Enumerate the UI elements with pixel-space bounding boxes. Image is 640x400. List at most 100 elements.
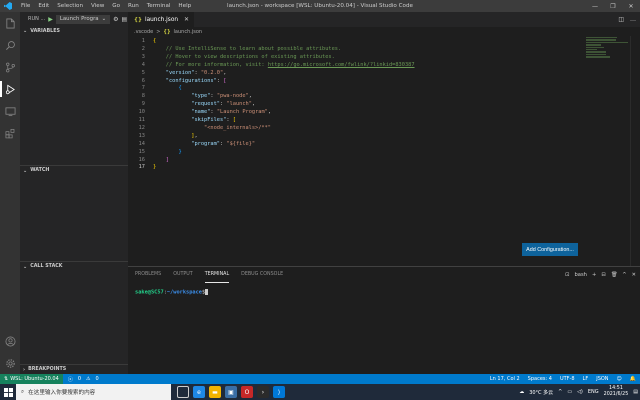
- new-terminal-icon[interactable]: +: [592, 272, 596, 278]
- code-line[interactable]: 6 "configurations": [: [128, 78, 583, 86]
- network-icon[interactable]: ▭: [567, 389, 572, 395]
- line-ending[interactable]: LF: [583, 376, 589, 382]
- breadcrumb-folder[interactable]: .vscode: [134, 29, 153, 35]
- line-number: 13: [138, 132, 145, 139]
- bottom-panel: PROBLEMS OUTPUT TERMINAL DEBUG CONSOLE ⊡…: [128, 266, 640, 374]
- terminal-app-icon[interactable]: ›: [257, 386, 269, 398]
- more-actions-icon[interactable]: …: [630, 16, 636, 23]
- weather-text[interactable]: 30°C 多云: [529, 389, 553, 396]
- breadcrumb-file[interactable]: launch.json: [174, 29, 203, 35]
- code-line[interactable]: 8 "type": "pwa-node",: [128, 93, 583, 101]
- accounts-icon[interactable]: [0, 330, 20, 352]
- tab-problems[interactable]: PROBLEMS: [135, 267, 161, 283]
- menu-edit[interactable]: Edit: [34, 0, 53, 12]
- maximize-button[interactable]: ❐: [604, 0, 622, 12]
- section-call-stack[interactable]: ⌄ CALL STACK: [20, 261, 128, 271]
- edge-browser-icon[interactable]: e: [193, 386, 205, 398]
- remote-indicator[interactable]: ⇅ WSL: Ubuntu-20.04: [0, 374, 63, 384]
- start-debugging-icon[interactable]: ▶: [48, 16, 53, 23]
- close-icon[interactable]: ✕: [184, 16, 189, 23]
- code-token: ,: [267, 109, 272, 116]
- run-debug-sidebar: RUN ... ▶ Launch Progra ⌄ ⚙ ▤ ⌄ VARIABLE…: [20, 12, 128, 374]
- line-number: 2: [141, 45, 145, 52]
- menu-help[interactable]: Help: [174, 0, 195, 12]
- code-line[interactable]: 12 "<node_internals>/**": [128, 125, 583, 133]
- encoding[interactable]: UTF-8: [560, 376, 575, 382]
- title-bar: File Edit Selection View Go Run Terminal…: [0, 0, 640, 12]
- notifications-icon[interactable]: 🔔: [630, 376, 636, 382]
- task-view-icon[interactable]: [177, 386, 189, 398]
- maximize-panel-icon[interactable]: ^: [622, 272, 626, 278]
- error-count[interactable]: 0: [78, 376, 81, 382]
- extensions-icon[interactable]: [0, 122, 20, 144]
- tab-terminal[interactable]: TERMINAL: [204, 267, 230, 283]
- code-line[interactable]: 9 "request": "launch",: [128, 101, 583, 109]
- shell-select[interactable]: bash: [575, 272, 587, 278]
- code-line[interactable]: 5 "version": "0.2.0",: [128, 70, 583, 78]
- section-watch[interactable]: ⌄ WATCH: [20, 165, 128, 175]
- file-explorer-icon[interactable]: ▬: [209, 386, 221, 398]
- search-icon[interactable]: [0, 34, 20, 56]
- code-line[interactable]: 10 "name": "Launch Program",: [128, 109, 583, 117]
- launch-config-select[interactable]: Launch Progra ⌄: [55, 14, 111, 24]
- line-content: // For more information, visit: https://…: [153, 62, 415, 70]
- store-icon[interactable]: ▣: [225, 386, 237, 398]
- language-mode[interactable]: JSON: [596, 376, 608, 382]
- run-debug-icon[interactable]: [0, 78, 20, 100]
- input-language[interactable]: ENG: [588, 389, 599, 395]
- tab-output[interactable]: OUTPUT: [173, 267, 193, 283]
- taskbar-search[interactable]: ⌕ 在这里输入你要搜索的内容: [16, 384, 171, 400]
- open-launch-json-icon[interactable]: ⚙: [113, 16, 118, 23]
- explorer-icon[interactable]: [0, 12, 20, 34]
- code-line[interactable]: 13 ],: [128, 133, 583, 141]
- menu-terminal[interactable]: Terminal: [143, 0, 175, 12]
- feedback-icon[interactable]: ☺: [617, 376, 622, 382]
- tray-chevron-icon[interactable]: ^: [558, 389, 562, 395]
- minimap[interactable]: [586, 36, 630, 76]
- clock[interactable]: 14:51 2021/6/25: [604, 386, 629, 398]
- code-line[interactable]: 3 // Hover to view descriptions of exist…: [128, 54, 583, 62]
- code-line[interactable]: 16 ]: [128, 157, 583, 165]
- editor-scrollbar[interactable]: [630, 36, 640, 266]
- close-panel-icon[interactable]: ✕: [632, 272, 636, 278]
- tab-launch-json[interactable]: {} launch.json ✕: [128, 12, 194, 27]
- code-line[interactable]: 1{: [128, 38, 583, 46]
- add-configuration-button[interactable]: Add Configuration...: [522, 243, 578, 256]
- section-breakpoints[interactable]: › BREAKPOINTS: [20, 364, 128, 374]
- menu-run[interactable]: Run: [124, 0, 143, 12]
- taskbar-search-placeholder: 在这里输入你要搜索的内容: [28, 390, 96, 396]
- remote-explorer-icon[interactable]: [0, 100, 20, 122]
- code-line[interactable]: 17}: [128, 164, 583, 172]
- menu-go[interactable]: Go: [108, 0, 124, 12]
- menu-file[interactable]: File: [17, 0, 34, 12]
- code-line[interactable]: 7 {: [128, 85, 583, 93]
- code-line[interactable]: 14 "program": "${file}": [128, 141, 583, 149]
- menu-view[interactable]: View: [87, 0, 108, 12]
- volume-icon[interactable]: ◁): [577, 389, 583, 395]
- section-variables[interactable]: ⌄ VARIABLES: [20, 26, 128, 36]
- terminal-output[interactable]: sake@SC57:~/workspace$: [135, 289, 209, 296]
- source-control-icon[interactable]: [0, 56, 20, 78]
- cursor-position[interactable]: Ln 17, Col 2: [490, 376, 520, 382]
- minimize-button[interactable]: —: [586, 0, 604, 12]
- menu-selection[interactable]: Selection: [53, 0, 87, 12]
- code-line[interactable]: 2 // Use IntelliSense to learn about pos…: [128, 46, 583, 54]
- split-editor-icon[interactable]: ◫: [618, 16, 624, 23]
- office-icon[interactable]: O: [241, 386, 253, 398]
- notification-center-icon[interactable]: ▤: [633, 389, 638, 395]
- close-window-button[interactable]: ✕: [622, 0, 640, 12]
- clock-date: 2021/6/25: [603, 392, 629, 397]
- code-line[interactable]: 4 // For more information, visit: https:…: [128, 62, 583, 70]
- code-line[interactable]: 11 "skipFiles": [: [128, 117, 583, 125]
- tab-debug-console[interactable]: DEBUG CONSOLE: [241, 267, 283, 283]
- debug-console-icon[interactable]: ▤: [122, 16, 128, 23]
- split-terminal-icon[interactable]: ⊟: [601, 272, 605, 278]
- warning-count[interactable]: 0: [96, 376, 99, 382]
- indentation[interactable]: Spaces: 4: [528, 376, 552, 382]
- settings-gear-icon[interactable]: [0, 352, 20, 374]
- code-editor[interactable]: 1{2 // Use IntelliSense to learn about p…: [128, 36, 640, 266]
- windows-start-icon[interactable]: [0, 384, 16, 400]
- vscode-taskbar-icon[interactable]: ⟩: [273, 386, 285, 398]
- code-line[interactable]: 15 }: [128, 149, 583, 157]
- kill-terminal-icon[interactable]: 🗑: [611, 272, 618, 278]
